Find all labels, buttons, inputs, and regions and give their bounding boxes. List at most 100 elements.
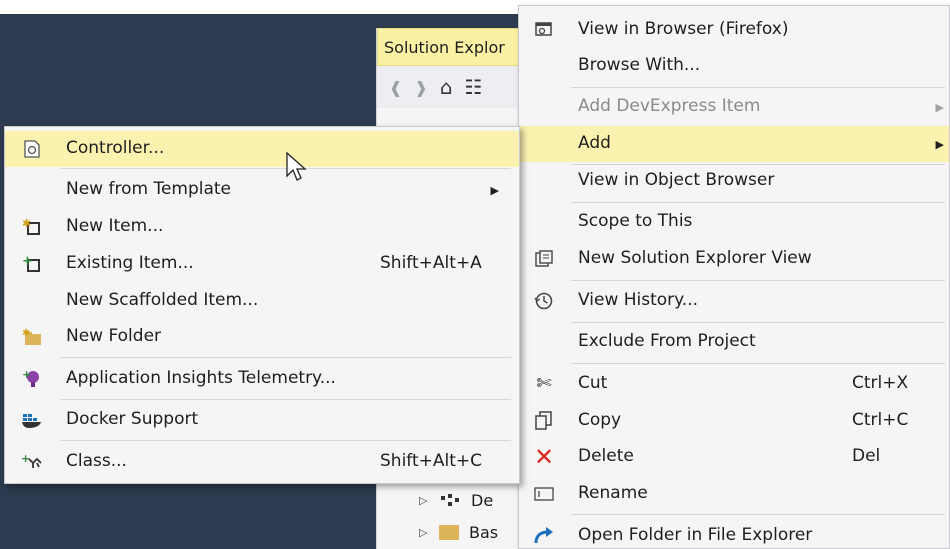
new-folder-icon: ✱	[19, 324, 45, 350]
menu-separator	[571, 87, 945, 88]
controller-icon	[19, 136, 45, 162]
menu-item-label: Add	[578, 133, 611, 153]
context-menu: View in Browser (Firefox) Browse With...…	[518, 5, 950, 549]
menu-item-existing-item[interactable]: + Existing Item... Shift+Alt+A	[5, 246, 519, 282]
menu-item-label: New from Template	[66, 179, 232, 199]
menu-item-class[interactable]: + Class... Shift+Alt+C	[5, 444, 519, 480]
menu-item-new-folder[interactable]: ✱ New Folder	[5, 319, 519, 355]
menu-item-label: Browse With...	[578, 55, 701, 75]
existing-item-icon: +	[19, 251, 45, 277]
menu-item-label: Add DevExpress Item	[578, 96, 761, 116]
menu-item-shortcut: Shift+Alt+C	[380, 451, 483, 471]
scissors-icon: ✄	[536, 373, 552, 394]
tree-row[interactable]: ▷ De	[419, 486, 493, 514]
svg-text:+: +	[21, 453, 30, 465]
menu-item-label: Copy	[578, 410, 622, 430]
history-icon	[531, 288, 557, 314]
menu-item-label: Open Folder in File Explorer	[578, 525, 813, 545]
menu-item-label: Docker Support	[66, 409, 199, 429]
menu-item-browse-with[interactable]: Browse With...	[519, 48, 949, 84]
menu-item-scope-to-this[interactable]: Scope to This	[519, 204, 949, 240]
expand-arrow-icon[interactable]: ▷	[419, 526, 429, 539]
menu-separator	[571, 322, 945, 323]
menu-item-label: Scope to This	[578, 211, 693, 231]
menu-item-label: Existing Item...	[66, 253, 194, 273]
menu-item-add[interactable]: Add ▶	[519, 126, 949, 162]
dependencies-icon	[439, 493, 461, 507]
sync-icon[interactable]: ☷	[465, 75, 483, 99]
rename-icon	[531, 481, 557, 507]
menu-separator	[61, 440, 511, 441]
forward-icon[interactable]: ❱	[414, 78, 427, 97]
open-folder-arrow-icon	[531, 523, 557, 549]
menu-item-add-devexpress[interactable]: Add DevExpress Item ▶	[519, 89, 949, 125]
menu-item-label: New Item...	[66, 216, 164, 236]
browser-view-icon	[531, 17, 557, 43]
home-icon[interactable]: ⌂	[440, 75, 453, 99]
menu-item-shortcut: Ctrl+X	[852, 373, 909, 393]
svg-text:✱: ✱	[22, 328, 30, 339]
solution-explorer-view-icon	[531, 246, 557, 272]
new-item-icon: ✱	[19, 214, 45, 240]
class-icon: +	[19, 449, 45, 475]
menu-item-label: View in Browser (Firefox)	[578, 19, 789, 39]
svg-text:✱: ✱	[22, 218, 31, 230]
menu-item-label: Exclude From Project	[578, 331, 756, 351]
menu-item-rename[interactable]: Rename	[519, 476, 949, 512]
menu-item-docker-support[interactable]: Docker Support	[5, 402, 519, 438]
menu-item-exclude-from-project[interactable]: Exclude From Project	[519, 324, 949, 360]
svg-text:+: +	[22, 369, 31, 381]
menu-item-label: Cut	[578, 373, 608, 393]
menu-item-shortcut: Del	[852, 446, 881, 466]
menu-item-shortcut: Shift+Alt+A	[380, 253, 482, 273]
menu-item-new-scaffolded-item[interactable]: New Scaffolded Item...	[5, 283, 519, 319]
solution-explorer-title: Solution Explor	[377, 28, 526, 66]
menu-separator	[571, 202, 945, 203]
tree-row[interactable]: ▷ Bas	[419, 518, 498, 546]
menu-separator	[61, 357, 511, 358]
menu-item-copy[interactable]: Copy Ctrl+C	[519, 403, 949, 439]
menu-separator	[571, 514, 945, 515]
menu-item-cut[interactable]: ✄ Cut Ctrl+X	[519, 366, 949, 402]
menu-item-new-item[interactable]: ✱ New Item...	[5, 209, 519, 245]
menu-separator	[571, 280, 945, 281]
menu-item-label: Application Insights Telemetry...	[66, 368, 336, 388]
insights-bulb-icon: +	[19, 366, 45, 392]
menu-item-label: New Folder	[66, 326, 162, 346]
expand-arrow-icon[interactable]: ▷	[419, 494, 429, 507]
submenu-arrow-icon: ▶	[935, 138, 944, 151]
add-submenu: Controller... New from Template ▶ ✱ New …	[4, 126, 520, 484]
menu-item-open-folder[interactable]: Open Folder in File Explorer	[519, 518, 949, 549]
menu-item-label: Controller...	[66, 138, 165, 158]
mouse-cursor-icon	[286, 151, 308, 189]
back-icon[interactable]: ❰	[389, 78, 402, 97]
submenu-arrow-icon: ▶	[935, 101, 944, 114]
folder-icon	[439, 524, 459, 540]
menu-item-shortcut: Ctrl+C	[852, 410, 909, 430]
menu-item-controller[interactable]: Controller...	[5, 131, 519, 167]
menu-item-new-from-template[interactable]: New from Template ▶	[5, 172, 519, 208]
tree-label: De	[471, 490, 494, 510]
menu-item-view-in-browser[interactable]: View in Browser (Firefox)	[519, 12, 949, 48]
menu-separator	[571, 363, 945, 364]
top-strip	[0, 0, 520, 14]
menu-separator	[61, 399, 511, 400]
menu-item-application-insights[interactable]: + Application Insights Telemetry...	[5, 361, 519, 397]
menu-item-label: Rename	[578, 483, 648, 503]
solution-explorer-toolbar: ❰ ❱ ⌂ ☷	[377, 66, 526, 108]
menu-item-delete[interactable]: ✕ Delete Del	[519, 439, 949, 475]
delete-x-icon: ✕	[533, 443, 555, 471]
tree-label: Bas	[469, 522, 499, 542]
menu-item-label: New Scaffolded Item...	[66, 290, 259, 310]
submenu-arrow-icon: ▶	[490, 184, 499, 197]
copy-icon	[531, 408, 557, 434]
menu-item-label: Delete	[578, 446, 634, 466]
menu-item-label: View in Object Browser	[578, 170, 775, 190]
menu-item-label: New Solution Explorer View	[578, 248, 812, 268]
menu-item-view-object-browser[interactable]: View in Object Browser	[519, 163, 949, 199]
svg-text:+: +	[22, 255, 33, 269]
menu-item-label: Class...	[66, 451, 127, 471]
menu-item-new-solution-explorer-view[interactable]: New Solution Explorer View	[519, 241, 949, 277]
menu-item-view-history[interactable]: View History...	[519, 283, 949, 319]
docker-icon	[19, 407, 45, 433]
